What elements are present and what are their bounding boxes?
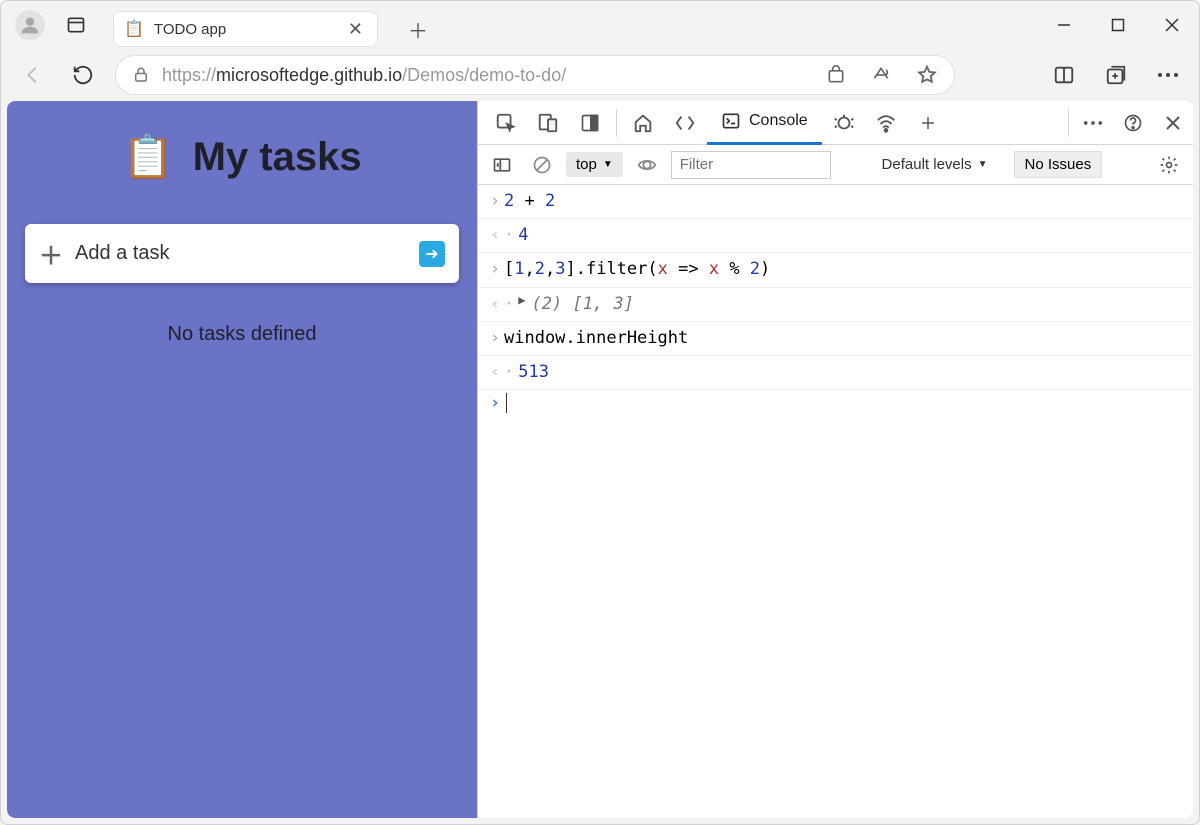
more-tabs-icon[interactable] [908, 101, 948, 145]
issues-tab-icon[interactable] [824, 101, 864, 145]
todo-app-panel: 📋My tasks ＋ Add a task ➜ No tasks define… [7, 101, 477, 818]
browser-tab[interactable]: 📋 TODO app ✕ [113, 11, 378, 47]
console-line: ›[1,2,3].filter(x => x % 2) [478, 253, 1193, 287]
clipboard-icon: 📋 [124, 19, 144, 39]
url-text: https://microsoftedge.github.io/Demos/de… [162, 65, 566, 86]
page-title: 📋My tasks [122, 133, 361, 182]
dock-side-icon[interactable] [570, 101, 610, 145]
device-toggle-icon[interactable] [528, 101, 568, 145]
new-tab-button[interactable]: ＋ [400, 11, 436, 47]
no-issues-badge[interactable]: No Issues [1014, 151, 1103, 178]
submit-task-button[interactable]: ➜ [419, 241, 445, 267]
profile-avatar[interactable] [15, 10, 45, 40]
add-task-input[interactable]: ＋ Add a task ➜ [25, 224, 459, 283]
shopping-icon[interactable] [820, 65, 852, 85]
plus-icon: ＋ [39, 236, 63, 271]
console-line: ‹·513 [478, 356, 1193, 390]
empty-state-text: No tasks defined [168, 323, 317, 346]
console-line: ‹·4 [478, 219, 1193, 253]
split-screen-icon[interactable] [1047, 58, 1081, 92]
close-devtools-icon[interactable] [1153, 101, 1193, 145]
log-levels-selector[interactable]: Default levels ▼ [882, 156, 996, 173]
address-bar[interactable]: https://microsoftedge.github.io/Demos/de… [115, 55, 955, 95]
favorite-icon[interactable] [910, 64, 944, 86]
back-button[interactable] [15, 57, 51, 93]
lock-icon [132, 66, 150, 84]
filter-input[interactable] [671, 151, 831, 179]
read-aloud-icon[interactable] [864, 65, 898, 85]
console-line: ›window.innerHeight [478, 322, 1193, 356]
clipboard-icon: 📋 [122, 133, 174, 182]
tab-title: TODO app [154, 21, 334, 38]
console-output[interactable]: ›2 + 2‹·4›[1,2,3].filter(x => x % 2)‹·▶(… [478, 185, 1193, 818]
console-prompt[interactable]: › [478, 390, 1193, 416]
more-menu-icon[interactable] [1151, 58, 1185, 92]
network-tab-icon[interactable] [866, 101, 906, 145]
refresh-button[interactable] [65, 57, 101, 93]
minimize-button[interactable] [1037, 1, 1091, 49]
console-tab[interactable]: Console [707, 101, 822, 145]
tab-actions-icon[interactable] [59, 8, 93, 42]
help-icon[interactable] [1113, 101, 1153, 145]
toggle-sidebar-icon[interactable] [486, 149, 518, 181]
add-task-placeholder: Add a task [75, 242, 407, 265]
clear-console-icon[interactable] [526, 149, 558, 181]
live-expression-icon[interactable] [631, 149, 663, 181]
devtools-more-icon[interactable] [1073, 101, 1113, 145]
inspect-icon[interactable] [486, 101, 526, 145]
context-selector[interactable]: top ▼ [566, 152, 623, 177]
elements-tab-icon[interactable] [665, 101, 705, 145]
close-tab-icon[interactable]: ✕ [344, 19, 367, 40]
collections-icon[interactable] [1099, 58, 1133, 92]
maximize-button[interactable] [1091, 1, 1145, 49]
console-line: ‹·▶(2) [1, 3] [478, 288, 1193, 322]
console-settings-icon[interactable] [1153, 155, 1185, 175]
close-window-button[interactable] [1145, 1, 1199, 49]
console-line: ›2 + 2 [478, 185, 1193, 219]
welcome-tab-icon[interactable] [623, 101, 663, 145]
devtools-panel: Console top ▼ Default levels ▼ [477, 101, 1193, 818]
